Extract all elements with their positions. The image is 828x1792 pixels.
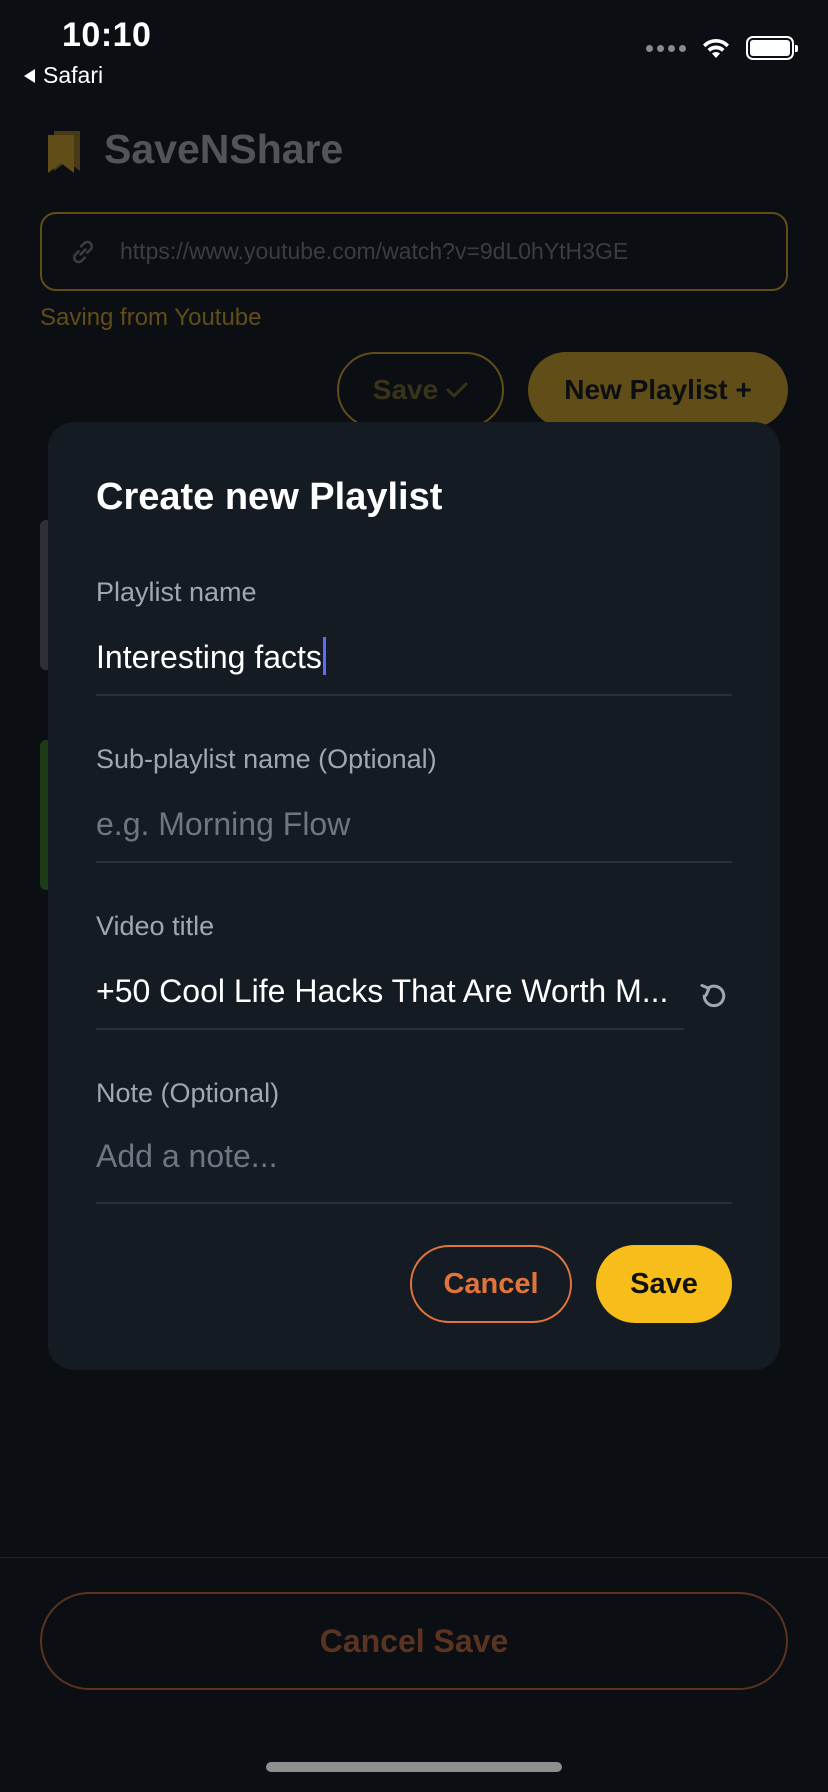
- wifi-icon: [703, 38, 729, 58]
- video-title-underline: [96, 1028, 684, 1030]
- save-button[interactable]: Save: [337, 352, 504, 428]
- checkmark-icon: [446, 382, 468, 398]
- refresh-icon[interactable]: [696, 978, 732, 1014]
- playlist-name-label: Playlist name: [96, 577, 257, 607]
- bookmark-logo-icon: [48, 130, 80, 173]
- app-title: SaveNShare: [104, 126, 344, 172]
- new-playlist-button[interactable]: New Playlist +: [528, 352, 788, 428]
- sub-playlist-underline: [96, 861, 732, 863]
- status-indicators: [646, 36, 798, 60]
- playlist-name-underline: [96, 694, 732, 696]
- save-button-label: Save: [372, 374, 439, 405]
- video-title-label: Video title: [96, 911, 215, 941]
- source-text: Saving from Youtube: [40, 304, 262, 331]
- home-indicator[interactable]: [266, 1762, 562, 1772]
- battery-icon: [746, 36, 798, 60]
- text-caret: [322, 637, 326, 675]
- sub-playlist-input[interactable]: e.g. Morning Flow: [96, 806, 350, 843]
- app-header: SaveNShare: [44, 126, 343, 173]
- create-playlist-dialog: Create new Playlist Playlist name Intere…: [48, 422, 780, 1370]
- video-title-input[interactable]: +50 Cool Life Hacks That Are Worth M...: [96, 973, 668, 1010]
- screen: 10:10 Safari SaveNShare https://www.yout…: [0, 0, 828, 1792]
- playlist-name-value: Interesting facts: [96, 639, 322, 675]
- cancel-button[interactable]: Cancel: [410, 1245, 572, 1323]
- confirm-save-button[interactable]: Save: [596, 1245, 732, 1323]
- note-label: Note (Optional): [96, 1078, 280, 1108]
- back-arrow-icon: [24, 68, 35, 83]
- note-underline: [96, 1202, 732, 1204]
- footer-divider: [0, 1557, 828, 1558]
- back-app-label: Safari: [43, 62, 104, 88]
- back-to-safari-link[interactable]: Safari: [24, 62, 103, 89]
- cancel-save-button[interactable]: Cancel Save: [40, 1592, 788, 1690]
- playlist-name-input[interactable]: Interesting facts: [96, 637, 326, 676]
- url-input[interactable]: https://www.youtube.com/watch?v=9dL0hYtH…: [40, 212, 788, 291]
- status-time: 10:10: [62, 16, 152, 54]
- signal-icon: [646, 44, 686, 52]
- link-icon: [72, 240, 94, 263]
- url-value: https://www.youtube.com/watch?v=9dL0hYtH…: [120, 238, 629, 264]
- sub-playlist-label: Sub-playlist name (Optional): [96, 744, 437, 774]
- note-input[interactable]: Add a note...: [96, 1138, 277, 1175]
- dialog-title: Create new Playlist: [96, 476, 443, 518]
